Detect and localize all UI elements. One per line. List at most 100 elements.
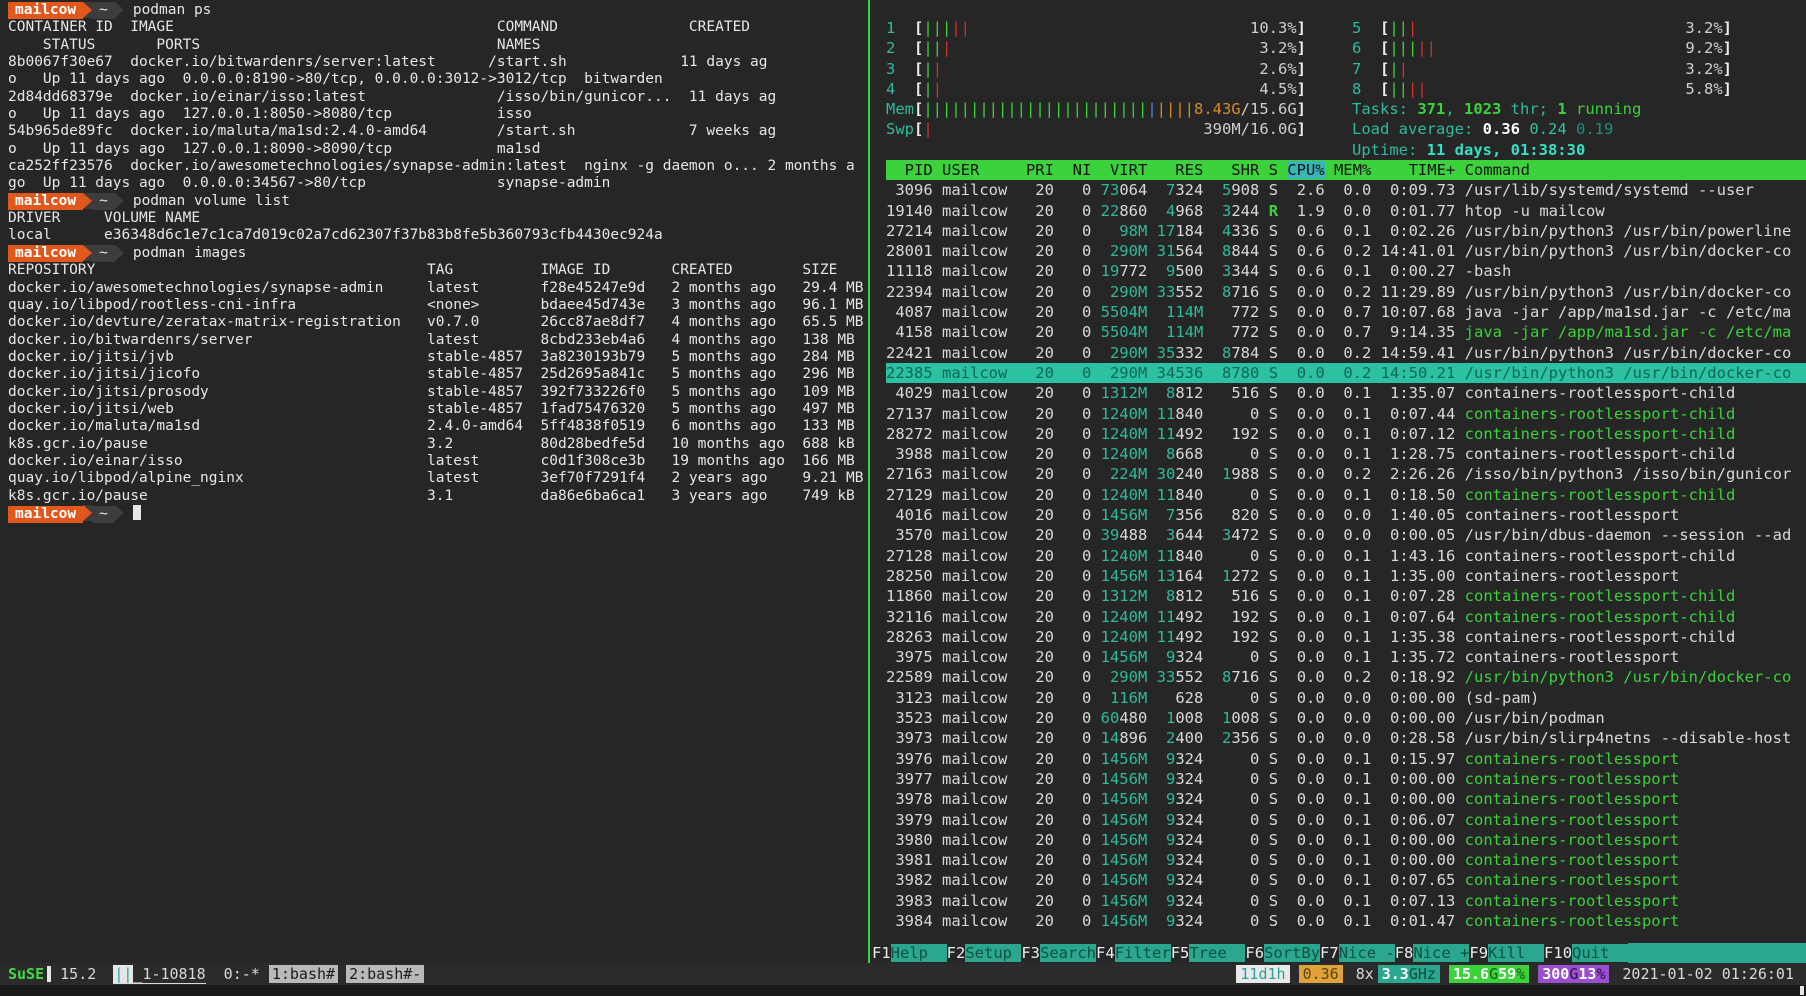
process-row[interactable]: 3981 mailcow 20 0 1456M 9324 0 S 0.0 0.1… xyxy=(886,850,1806,870)
terminal-text: docker.io/jitsi/jicofo stable-4857 25d26… xyxy=(8,366,855,382)
shell-prompt: mailcow~podman volume list xyxy=(8,193,866,210)
process-row[interactable]: 4158 mailcow 20 0 5504M 114M 772 S 0.0 0… xyxy=(886,322,1806,342)
process-row[interactable]: 3979 mailcow 20 0 1456M 9324 0 S 0.0 0.1… xyxy=(886,810,1806,830)
cpu-meter: 2 [|||3.2%] xyxy=(886,38,1306,58)
terminal-text: docker.io/jitsi/jvb stable-4857 3a823019… xyxy=(8,349,855,365)
terminal-text: 54b965de89fc docker.io/maluta/ma1sd:2.4.… xyxy=(8,123,776,139)
process-row[interactable]: 3973 mailcow 20 0 14896 2400 2356 S 0.0 … xyxy=(886,728,1806,748)
tmux-window-list: 0:-* 1:bash# 2:bash#- xyxy=(206,965,433,983)
process-row[interactable]: 3976 mailcow 20 0 1456M 9324 0 S 0.0 0.1… xyxy=(886,749,1806,769)
process-row[interactable]: 27128 mailcow 20 0 1240M 11840 0 S 0.0 0… xyxy=(886,546,1806,566)
terminal-line: CONTAINER ID IMAGE COMMAND CREATED xyxy=(8,19,866,36)
process-row[interactable]: 3984 mailcow 20 0 1456M 9324 0 S 0.0 0.1… xyxy=(886,911,1806,931)
process-row[interactable]: 3977 mailcow 20 0 1456M 9324 0 S 0.0 0.1… xyxy=(886,769,1806,789)
process-row[interactable]: 28263 mailcow 20 0 1240M 11492 192 S 0.0… xyxy=(886,627,1806,647)
fkey-f5[interactable]: F5Tree xyxy=(1171,943,1246,963)
prompt-dir-segment: ~ xyxy=(92,2,115,19)
terminal-line: docker.io/jitsi/jvb stable-4857 3a823019… xyxy=(8,349,866,366)
shell-prompt: mailcow~ xyxy=(8,505,866,522)
tmux-status-bar: SuSE 15.2 ||_1-10818 0:-* 1:bash#2:bash#… xyxy=(0,963,1806,985)
terminal-line: go Up 11 days ago 0.0.0.0:34567->80/tcp … xyxy=(8,175,866,192)
htop-pane[interactable]: 1 [|||||10.3%]2 [|||3.2%]3 [||2.6%]4 [||… xyxy=(872,0,1806,963)
terminal-line: o Up 11 days ago 127.0.0.1:8050->8080/tc… xyxy=(8,106,866,123)
tmux-window-1[interactable]: 1:bash# xyxy=(269,965,338,983)
cpu-meter: 8 [||||5.8%] xyxy=(1352,79,1732,99)
process-row[interactable]: 4087 mailcow 20 0 5504M 114M 772 S 0.0 0… xyxy=(886,302,1806,322)
terminal-text: quay.io/libpod/rootless-cni-infra <none>… xyxy=(8,297,864,313)
swap-meter: Swp[|390M/16.0G] xyxy=(886,119,1306,139)
scrollbar-thumb[interactable] xyxy=(1800,986,1804,995)
htop-meters-left: 1 [|||||10.3%]2 [|||3.2%]3 [||2.6%]4 [||… xyxy=(886,18,1306,160)
process-table-header[interactable]: PID USER PRI NI VIRT RES SHR S CPU% MEM%… xyxy=(886,160,1806,180)
fkey-f3[interactable]: F3Search xyxy=(1021,943,1096,963)
fkey-f4[interactable]: F4Filter xyxy=(1096,943,1171,963)
process-row[interactable]: 3980 mailcow 20 0 1456M 9324 0 S 0.0 0.1… xyxy=(886,830,1806,850)
cpu-meter: 3 [||2.6%] xyxy=(886,59,1306,79)
process-row[interactable]: 32116 mailcow 20 0 1240M 11492 192 S 0.0… xyxy=(886,607,1806,627)
process-row[interactable]: 28272 mailcow 20 0 1240M 11492 192 S 0.0… xyxy=(886,424,1806,444)
text-cursor[interactable] xyxy=(133,505,141,520)
cpu-meter: 7 [||3.2%] xyxy=(1352,59,1732,79)
process-row[interactable]: 19140 mailcow 20 0 22860 4968 3244 R 1.9… xyxy=(886,201,1806,221)
cpu-meter: 5 [|||3.2%] xyxy=(1352,18,1732,38)
terminal-text: k8s.gcr.io/pause 3.1 da86e6ba6ca1 3 year… xyxy=(8,488,855,504)
terminal-line: docker.io/awesometechnologies/synapse-ad… xyxy=(8,280,866,297)
process-row[interactable]: 3982 mailcow 20 0 1456M 9324 0 S 0.0 0.1… xyxy=(886,870,1806,890)
process-row[interactable]: 3978 mailcow 20 0 1456M 9324 0 S 0.0 0.1… xyxy=(886,789,1806,809)
tmux-session-name[interactable]: ||_1-10818 xyxy=(113,965,205,984)
tmux-status-right: 11d1h0.368x3.3GHz15.6G59%300G13%2021-01-… xyxy=(1227,965,1798,983)
bottom-strip xyxy=(0,985,1806,996)
terminal-screen: mailcow~podman psCONTAINER ID IMAGE COMM… xyxy=(0,0,1806,996)
fkey-f1[interactable]: F1Help xyxy=(872,943,947,963)
process-row[interactable]: 11860 mailcow 20 0 1312M 8812 516 S 0.0 … xyxy=(886,586,1806,606)
process-row[interactable]: 27163 mailcow 20 0 224M 30240 1988 S 0.0… xyxy=(886,464,1806,484)
tmux-status-segment: 3.3GHz xyxy=(1378,965,1440,983)
fbar-fill xyxy=(1628,943,1806,963)
process-row[interactable]: 3123 mailcow 20 0 116M 628 0 S 0.0 0.0 0… xyxy=(886,688,1806,708)
fkey-f9[interactable]: F9Kill xyxy=(1469,943,1544,963)
htop-meters-right: 5 [|||3.2%]6 [|||||9.2%]7 [||3.2%]8 [|||… xyxy=(1352,18,1806,160)
htop-meters: 1 [|||||10.3%]2 [|||3.2%]3 [||2.6%]4 [||… xyxy=(886,18,1806,160)
fkey-f2[interactable]: F2Setup xyxy=(947,943,1022,963)
process-row[interactable]: 22394 mailcow 20 0 290M 33552 8716 S 0.0… xyxy=(886,282,1806,302)
left-terminal-pane[interactable]: mailcow~podman psCONTAINER ID IMAGE COMM… xyxy=(0,0,866,963)
sort-column-header[interactable]: CPU% xyxy=(1287,161,1324,179)
uptime: Uptime: 11 days, 01:38:30 xyxy=(1352,140,1732,160)
terminal-text: o Up 11 days ago 0.0.0.0:8190->80/tcp, 0… xyxy=(8,71,663,87)
terminal-line: local e36348d6c1e7c1ca7d019c02a7cd62307f… xyxy=(8,227,866,244)
prompt-user-segment: mailcow xyxy=(8,506,83,523)
terminal-line: REPOSITORY TAG IMAGE ID CREATED SIZE xyxy=(8,262,866,279)
process-row[interactable]: 3523 mailcow 20 0 60480 1008 1008 S 0.0 … xyxy=(886,708,1806,728)
tasks-summary: Tasks: 371, 1023 thr; 1 running xyxy=(1352,99,1732,119)
fkey-f7[interactable]: F7Nice - xyxy=(1320,943,1395,963)
process-row[interactable]: 11118 mailcow 20 0 19772 9500 3344 S 0.6… xyxy=(886,261,1806,281)
terminal-line: 2d84dd68379e docker.io/einar/isso:latest… xyxy=(8,89,866,106)
powerline-arrow-icon xyxy=(115,245,124,261)
process-row[interactable]: 22385 mailcow 20 0 290M 34536 8780 S 0.0… xyxy=(886,363,1806,383)
process-row[interactable]: 4029 mailcow 20 0 1312M 8812 516 S 0.0 0… xyxy=(886,383,1806,403)
process-row[interactable]: 4016 mailcow 20 0 1456M 7356 820 S 0.0 0… xyxy=(886,505,1806,525)
tmux-window-0[interactable]: 0:-* xyxy=(215,965,269,983)
process-row[interactable]: 28001 mailcow 20 0 290M 31564 8844 S 0.6… xyxy=(886,241,1806,261)
fkey-f6[interactable]: F6SortBy xyxy=(1245,943,1320,963)
fkey-f10[interactable]: F10Quit xyxy=(1544,943,1628,963)
process-row[interactable]: 3570 mailcow 20 0 39488 3644 3472 S 0.0 … xyxy=(886,525,1806,545)
fkey-f8[interactable]: F8Nice + xyxy=(1395,943,1470,963)
terminal-line: o Up 11 days ago 127.0.0.1:8090->8090/tc… xyxy=(8,141,866,158)
process-row[interactable]: 27137 mailcow 20 0 1240M 11840 0 S 0.0 0… xyxy=(886,404,1806,424)
process-row[interactable]: 3096 mailcow 20 0 73064 7324 5908 S 2.6 … xyxy=(886,180,1806,200)
process-row[interactable]: 22589 mailcow 20 0 290M 33552 8716 S 0.0… xyxy=(886,667,1806,687)
process-row[interactable]: 3988 mailcow 20 0 1240M 8668 0 S 0.0 0.1… xyxy=(886,444,1806,464)
prompt-dir-segment: ~ xyxy=(92,245,115,262)
process-row[interactable]: 28250 mailcow 20 0 1456M 13164 1272 S 0.… xyxy=(886,566,1806,586)
process-row[interactable]: 27214 mailcow 20 0 98M 17184 4336 S 0.6 … xyxy=(886,221,1806,241)
process-row[interactable]: 3983 mailcow 20 0 1456M 9324 0 S 0.0 0.1… xyxy=(886,891,1806,911)
tmux-window-2[interactable]: 2:bash#- xyxy=(346,965,424,983)
process-row[interactable]: 27129 mailcow 20 0 1240M 11840 0 S 0.0 0… xyxy=(886,485,1806,505)
powerline-arrow-icon xyxy=(83,505,92,521)
process-row[interactable]: 3975 mailcow 20 0 1456M 9324 0 S 0.0 0.1… xyxy=(886,647,1806,667)
process-row[interactable]: 22421 mailcow 20 0 290M 35332 8784 S 0.0… xyxy=(886,343,1806,363)
tmux-status-segment: 0.36 xyxy=(1299,965,1343,983)
terminal-text: docker.io/devture/zeratax-matrix-registr… xyxy=(8,314,864,330)
htop-process-table: PID USER PRI NI VIRT RES SHR S CPU% MEM%… xyxy=(886,160,1806,931)
